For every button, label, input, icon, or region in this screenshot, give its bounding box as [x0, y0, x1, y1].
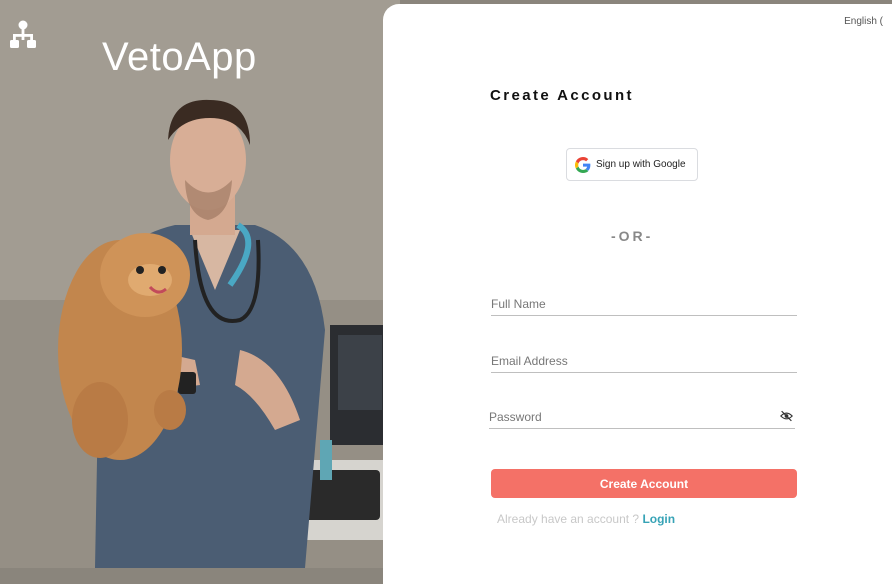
eye-slash-icon[interactable] [780, 410, 793, 422]
password-field [489, 406, 795, 429]
google-signup-label: Sign up with Google [596, 159, 686, 170]
email-input[interactable] [491, 350, 797, 372]
login-link[interactable]: Login [642, 512, 675, 526]
language-selector[interactable]: English ( [844, 16, 883, 27]
page-title: Create Account [490, 87, 634, 104]
full-name-input[interactable] [491, 293, 797, 315]
hero-photo [0, 0, 400, 568]
hero-panel: VetoApp [0, 0, 400, 568]
password-input[interactable] [489, 406, 795, 428]
google-signup-button[interactable]: Sign up with Google [566, 148, 698, 181]
login-prompt: Already have an account ? Login [497, 512, 675, 526]
signup-panel: English ( Create Account Sign up with Go… [383, 4, 892, 584]
create-account-button[interactable]: Create Account [491, 469, 797, 498]
google-icon [575, 156, 591, 173]
sitemap-icon [10, 20, 36, 48]
login-prompt-text: Already have an account ? [497, 512, 643, 526]
brand-name: VetoApp [102, 35, 257, 79]
or-divider: -OR- [611, 228, 654, 244]
email-field [491, 350, 797, 373]
full-name-field [491, 293, 797, 316]
